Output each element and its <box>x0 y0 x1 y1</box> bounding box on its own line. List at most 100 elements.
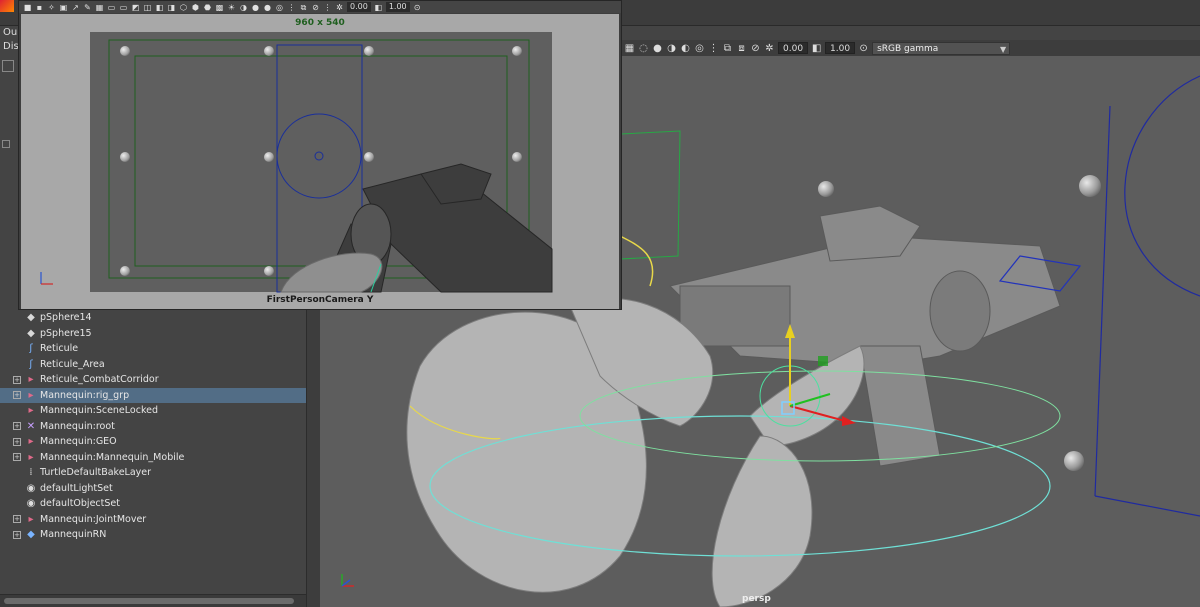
shadows-icon[interactable]: ◑ <box>239 3 248 12</box>
outliner-item[interactable]: ◉ defaultObjectSet <box>0 496 306 512</box>
outliner-item[interactable]: ◆ pSphere15 <box>0 326 306 342</box>
gate-mask-icon[interactable]: ◩ <box>131 3 140 12</box>
bake-layer-icon: ⁞ <box>29 467 33 479</box>
outliner-item[interactable]: + ▸ Mannequin:GEO <box>0 434 306 450</box>
mesh-icon: ◆ <box>27 312 35 324</box>
smooth-shade-icon[interactable]: ⬢ <box>191 3 200 12</box>
curve-icon: ʃ <box>29 343 33 355</box>
camera-name-label: FirstPersonCamera Y <box>266 295 374 305</box>
gamma-field[interactable]: 1.00 <box>825 42 856 54</box>
outliner-collapse-icon[interactable] <box>2 140 10 148</box>
depth-of-field-icon[interactable]: ⧈ <box>736 43 747 54</box>
isolate-select-icon[interactable]: ⧉ <box>299 3 308 12</box>
wireframe-on-shaded-icon[interactable]: ⬣ <box>203 3 212 12</box>
set-icon: ◉ <box>26 498 36 510</box>
mesh-icon: ◆ <box>27 327 35 339</box>
field-chart-icon[interactable]: ◫ <box>143 3 152 12</box>
sphere-mesh[interactable] <box>818 181 834 197</box>
outliner-item-label: defaultObjectSet <box>40 498 120 510</box>
gamma-icon[interactable]: ◧ <box>811 43 822 54</box>
reference-icon: ▸ <box>28 374 34 386</box>
film-gate-icon[interactable]: ▭ <box>107 3 116 12</box>
wireframe-icon[interactable]: ⬡ <box>179 3 188 12</box>
xray-icon[interactable]: ⊘ <box>750 43 761 54</box>
expand-icon[interactable]: + <box>13 422 21 431</box>
safe-title-icon[interactable]: ◨ <box>167 3 176 12</box>
outliner-item-label: Mannequin:Mannequin_Mobile <box>40 451 185 463</box>
viewport-camera-label: persp <box>742 594 771 604</box>
outliner-item[interactable]: + ✕ Mannequin:root <box>0 419 306 435</box>
outliner-item[interactable]: ◆ pSphere14 <box>0 310 306 326</box>
outliner-display-menu[interactable]: Dis <box>0 40 20 54</box>
image-plane-icon[interactable]: ▣ <box>59 3 68 12</box>
ambient-occlusion-icon[interactable]: ● <box>251 3 260 12</box>
reference-icon: ▸ <box>28 513 34 525</box>
color-management-icon[interactable]: ⊙ <box>413 3 422 12</box>
exposure-icon[interactable]: ✲ <box>764 43 775 54</box>
maya-main-window: Ou Dis persp ▦ ◌ ● ◑ ◐ ◎ ⋮ ⧉ ⧈ ⊘ ✲ 0.00 … <box>0 0 1200 607</box>
outliner-item-label: pSphere14 <box>40 312 92 324</box>
grease-pencil-icon[interactable]: ✎ <box>83 3 92 12</box>
reference-node-icon: ◆ <box>27 529 35 541</box>
sphere-mesh[interactable] <box>1064 451 1084 471</box>
wireframe-icon[interactable]: ◌ <box>638 43 649 54</box>
scrollbar-thumb[interactable] <box>4 598 294 604</box>
outliner-header: Ou Dis <box>0 26 20 56</box>
depth-of-field-icon[interactable]: ⋮ <box>287 3 296 12</box>
outliner-item-label: MannequinRN <box>40 529 107 541</box>
expand-icon[interactable]: + <box>13 530 21 539</box>
outliner-filter-icon[interactable] <box>2 60 14 72</box>
safe-action-icon[interactable]: ◧ <box>155 3 164 12</box>
xray-joints-icon[interactable]: ⋮ <box>323 3 332 12</box>
expand-icon[interactable]: + <box>13 453 21 462</box>
color-management-icon[interactable]: ⊙ <box>858 43 869 54</box>
view-axis-gizmo <box>40 272 53 285</box>
lights-icon[interactable]: ◑ <box>666 43 677 54</box>
expand-icon[interactable]: + <box>13 375 21 384</box>
expand-icon[interactable]: + <box>13 391 21 400</box>
outliner-item-label: Reticule <box>40 343 79 355</box>
textured-icon[interactable]: ▩ <box>215 3 224 12</box>
outliner-horizontal-scrollbar[interactable] <box>0 594 306 607</box>
camera-view-panel[interactable]: 960 x 540 FirstPersonCamera Y <box>21 14 619 309</box>
camera-icon[interactable]: ■ <box>23 3 32 12</box>
grid-icon[interactable]: ▦ <box>95 3 104 12</box>
camera-gamma-field[interactable]: 1.00 <box>385 2 410 12</box>
outliner-item[interactable]: ʃ Reticule_Area <box>0 357 306 373</box>
outliner-item[interactable]: ʃ Reticule <box>0 341 306 357</box>
resolution-gate-icon[interactable]: ▭ <box>119 3 128 12</box>
rifle-mesh[interactable] <box>669 205 1061 467</box>
outliner-item[interactable]: + ▸ Mannequin:JointMover <box>0 512 306 528</box>
isolate-select-icon[interactable]: ● <box>652 43 663 54</box>
motion-blur-icon[interactable]: ⋮ <box>708 43 719 54</box>
gamma-icon[interactable]: ◧ <box>374 3 383 12</box>
lights-icon[interactable]: ☀ <box>227 3 236 12</box>
camera-exposure-field[interactable]: 0.00 <box>347 2 371 12</box>
color-space-dropdown[interactable]: sRGB gamma ▼ <box>872 41 1011 55</box>
expand-icon[interactable]: + <box>13 515 21 524</box>
sphere-mesh[interactable] <box>1079 175 1101 197</box>
xray-icon[interactable]: ⊘ <box>311 3 320 12</box>
motion-blur-icon[interactable]: ● <box>263 3 272 12</box>
outliner-item-label: Mannequin:root <box>40 420 115 432</box>
exposure-icon[interactable]: ✲ <box>335 3 344 12</box>
camera-attributes-icon[interactable]: ▪ <box>35 3 44 12</box>
2d-pan-zoom-icon[interactable]: ↗ <box>71 3 80 12</box>
exposure-field[interactable]: 0.00 <box>778 42 809 54</box>
outliner-item-label: Reticule_Area <box>40 358 105 370</box>
outliner-item[interactable]: + ▸ Mannequin:Mannequin_Mobile <box>0 450 306 466</box>
grid-icon[interactable]: ▦ <box>624 43 635 54</box>
reference-icon: ▸ <box>28 436 34 448</box>
ambient-occlusion-icon[interactable]: ◎ <box>694 43 705 54</box>
expand-icon[interactable]: + <box>13 437 21 446</box>
anti-aliasing-icon[interactable]: ◎ <box>275 3 284 12</box>
outliner-item[interactable]: + ▸ Reticule_CombatCorridor <box>0 372 306 388</box>
outliner-item[interactable]: + ◆ MannequinRN <box>0 527 306 543</box>
outliner-item[interactable]: ⁞ TurtleDefaultBakeLayer <box>0 465 306 481</box>
outliner-item[interactable]: + ▸ Mannequin:rig_grp <box>0 387 306 403</box>
shadows-icon[interactable]: ◐ <box>680 43 691 54</box>
outliner-item[interactable]: ◉ defaultLightSet <box>0 481 306 497</box>
outliner-item[interactable]: ▸ Mannequin:SceneLocked <box>0 403 306 419</box>
anti-aliasing-icon[interactable]: ⧉ <box>722 43 733 54</box>
bookmark-icon[interactable]: ✧ <box>47 3 56 12</box>
